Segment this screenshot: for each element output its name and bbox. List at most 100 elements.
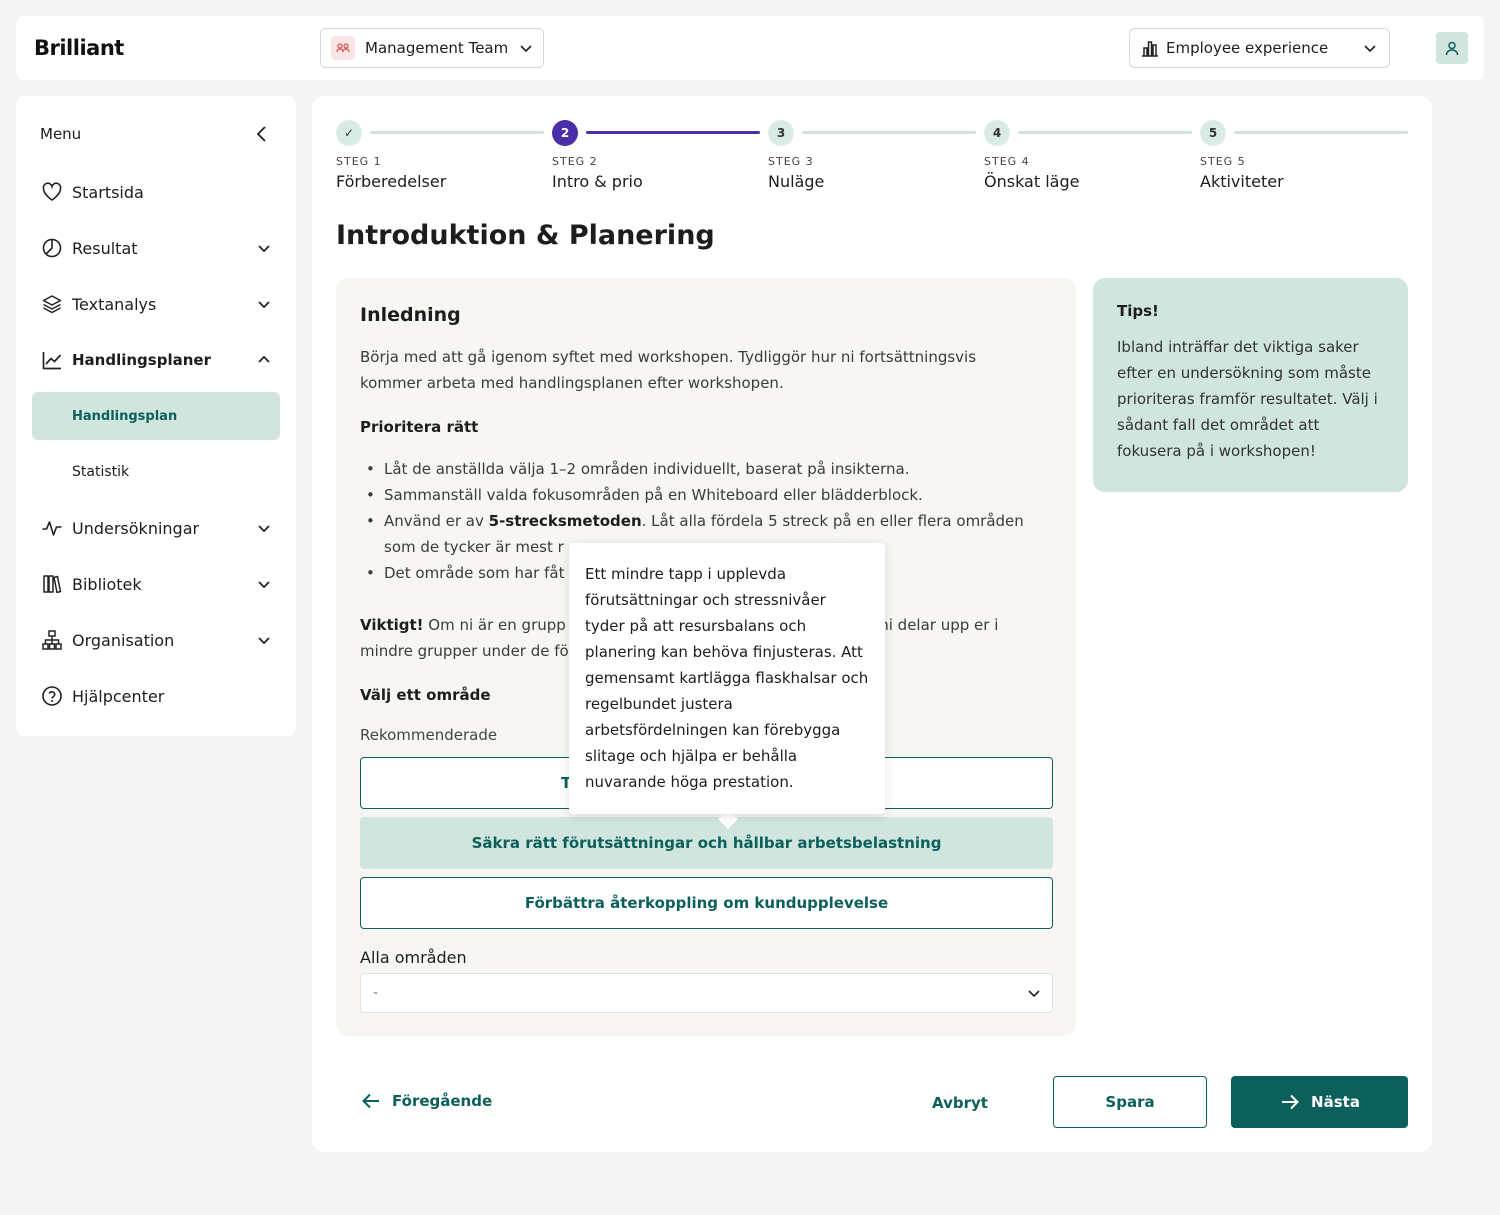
sidebar-item-hjalpcenter[interactable]: Hjälpcenter <box>40 684 272 708</box>
area-option-label: Förbättra återkoppling om kundupplevelse <box>524 894 889 912</box>
chevron-down-icon <box>1026 985 1042 1001</box>
footer-actions: Föregående Avbryt Spara Nästa <box>312 1076 1432 1128</box>
chevron-down-icon <box>1363 41 1377 55</box>
step-1[interactable]: ✓ STEG 1 Förberedelser <box>336 120 552 191</box>
user-icon <box>1445 41 1459 56</box>
list-item: Sammanställ valda fokusområden på en Whi… <box>360 482 1040 508</box>
sidebar-item-undersokningar[interactable]: Undersökningar <box>40 516 272 540</box>
next-button-label: Nästa <box>1311 1093 1360 1111</box>
step-2[interactable]: 2 STEG 2 Intro & prio <box>552 120 768 191</box>
pie-chart-icon <box>40 236 64 260</box>
sidebar: Menu Startsida Resultat Textanalys Handl… <box>16 96 296 736</box>
sidebar-item-resultat[interactable]: Resultat <box>40 236 272 260</box>
step-name: Önskat läge <box>984 172 1080 191</box>
step-progress-line <box>1018 131 1192 134</box>
chevron-up-icon <box>256 352 272 368</box>
bar-chart-icon <box>1140 38 1160 58</box>
arrow-right-icon <box>1282 1094 1299 1110</box>
chevron-down-icon <box>519 41 533 55</box>
area-tooltip: Ett mindre tapp i upplevda förutsättning… <box>569 543 885 814</box>
list-item-text: Använd er av <box>384 512 489 530</box>
step-progress-line <box>1234 131 1408 134</box>
sidebar-item-textanalys[interactable]: Textanalys <box>40 292 272 316</box>
user-avatar[interactable] <box>1436 32 1468 64</box>
step-5[interactable]: 5 STEG 5 Aktiviteter <box>1200 120 1416 191</box>
menu-title: Menu <box>40 125 82 143</box>
sidebar-item-organisation[interactable]: Organisation <box>40 628 272 652</box>
area-option-label: Säkra rätt förutsättningar och hållbar a… <box>471 834 942 852</box>
recommended-label: Rekommenderade <box>360 726 498 744</box>
all-areas-value: - <box>373 985 379 1001</box>
arrow-left-icon <box>362 1093 379 1109</box>
sidebar-subitem-handlingsplan[interactable]: Handlingsplan <box>32 392 280 440</box>
chevron-down-icon <box>256 632 272 648</box>
sidebar-item-bibliotek[interactable]: Bibliotek <box>40 572 272 596</box>
important-text: Om ni är en grupp <box>423 616 571 634</box>
important-text: mindre grupper under de fö <box>360 642 569 660</box>
org-chart-icon <box>40 628 64 652</box>
step-name: Förberedelser <box>336 172 447 191</box>
step-progress-line <box>802 131 976 134</box>
area-option-2[interactable]: Säkra rätt förutsättningar och hållbar a… <box>360 817 1053 869</box>
brand-logo[interactable]: Brilliant <box>34 36 124 60</box>
heart-icon <box>40 180 64 204</box>
survey-select[interactable]: Employee experience <box>1129 28 1390 68</box>
cancel-button[interactable]: Avbryt <box>932 1094 988 1112</box>
step-3[interactable]: 3 STEG 3 Nuläge <box>768 120 984 191</box>
step-4[interactable]: 4 STEG 4 Önskat läge <box>984 120 1200 191</box>
choose-area-heading: Välj ett område <box>360 686 491 704</box>
sidebar-item-label: Startsida <box>72 182 144 202</box>
activity-icon <box>40 516 64 540</box>
method-name: 5-strecksmetoden <box>488 512 642 530</box>
card-heading: Inledning <box>360 304 461 326</box>
intro-text: Börja med att gå igenom syftet med works… <box>360 348 977 392</box>
sidebar-item-startsida[interactable]: Startsida <box>40 180 272 204</box>
trend-chart-icon <box>40 348 64 372</box>
survey-select-label: Employee experience <box>1166 39 1329 57</box>
step-name: Nuläge <box>768 172 825 191</box>
collapse-menu-icon[interactable] <box>252 124 272 144</box>
layers-icon <box>40 292 64 316</box>
sidebar-item-label: Resultat <box>72 238 138 258</box>
step-progress-line <box>586 131 760 134</box>
top-bar: Brilliant Management Team Employee exper… <box>16 16 1484 80</box>
step-number: STEG 1 <box>336 155 382 168</box>
sidebar-item-label: Handlingsplaner <box>72 351 211 369</box>
sidebar-item-handlingsplaner[interactable]: Handlingsplaner <box>40 348 272 372</box>
step-badge: 5 <box>1200 120 1226 146</box>
all-areas-select[interactable]: - <box>360 973 1053 1013</box>
sidebar-item-label: Hjälpcenter <box>72 686 165 706</box>
prio-heading: Prioritera rätt <box>360 418 479 436</box>
team-select-label: Management Team <box>365 39 509 57</box>
chevron-down-icon <box>256 296 272 312</box>
team-select[interactable]: Management Team <box>320 28 544 68</box>
list-item-text: Låt de anställda välja 1–2 områden indiv… <box>384 460 910 478</box>
chevron-down-icon <box>256 520 272 536</box>
chevron-down-icon <box>256 576 272 592</box>
step-progress-line <box>370 131 544 134</box>
page-title: Introduktion & Planering <box>336 220 715 251</box>
previous-button-label: Föregående <box>392 1092 493 1110</box>
step-number: STEG 5 <box>1200 155 1246 168</box>
list-item: Låt de anställda välja 1–2 områden indiv… <box>360 456 1040 482</box>
books-icon <box>40 572 64 596</box>
previous-button[interactable]: Föregående <box>360 1090 492 1112</box>
save-button[interactable]: Spara <box>1053 1076 1207 1128</box>
sidebar-item-label: Organisation <box>72 630 175 650</box>
next-button[interactable]: Nästa <box>1231 1076 1408 1128</box>
list-item-text: Sammanställ valda fokusområden på en Whi… <box>384 486 923 504</box>
step-name: Aktiviteter <box>1200 172 1284 191</box>
team-icon <box>331 36 355 60</box>
important-text: t ni delar upp er i <box>868 616 999 634</box>
step-number: STEG 3 <box>768 155 814 168</box>
area-option-3[interactable]: Förbättra återkoppling om kundupplevelse <box>360 877 1053 929</box>
chevron-down-icon <box>256 240 272 256</box>
list-item-text: Det område som har fåt <box>384 564 565 582</box>
sidebar-subitem-statistik[interactable]: Statistik <box>32 448 280 496</box>
tips-heading: Tips! <box>1117 302 1159 320</box>
sidebar-item-label: Undersökningar <box>72 518 200 538</box>
tips-text: Ibland inträffar det viktiga saker efter… <box>1117 338 1378 460</box>
tips-box: Tips! Ibland inträffar det viktiga saker… <box>1093 278 1408 492</box>
menu-header: Menu <box>40 124 272 144</box>
all-areas-label: Alla områden <box>360 948 467 967</box>
